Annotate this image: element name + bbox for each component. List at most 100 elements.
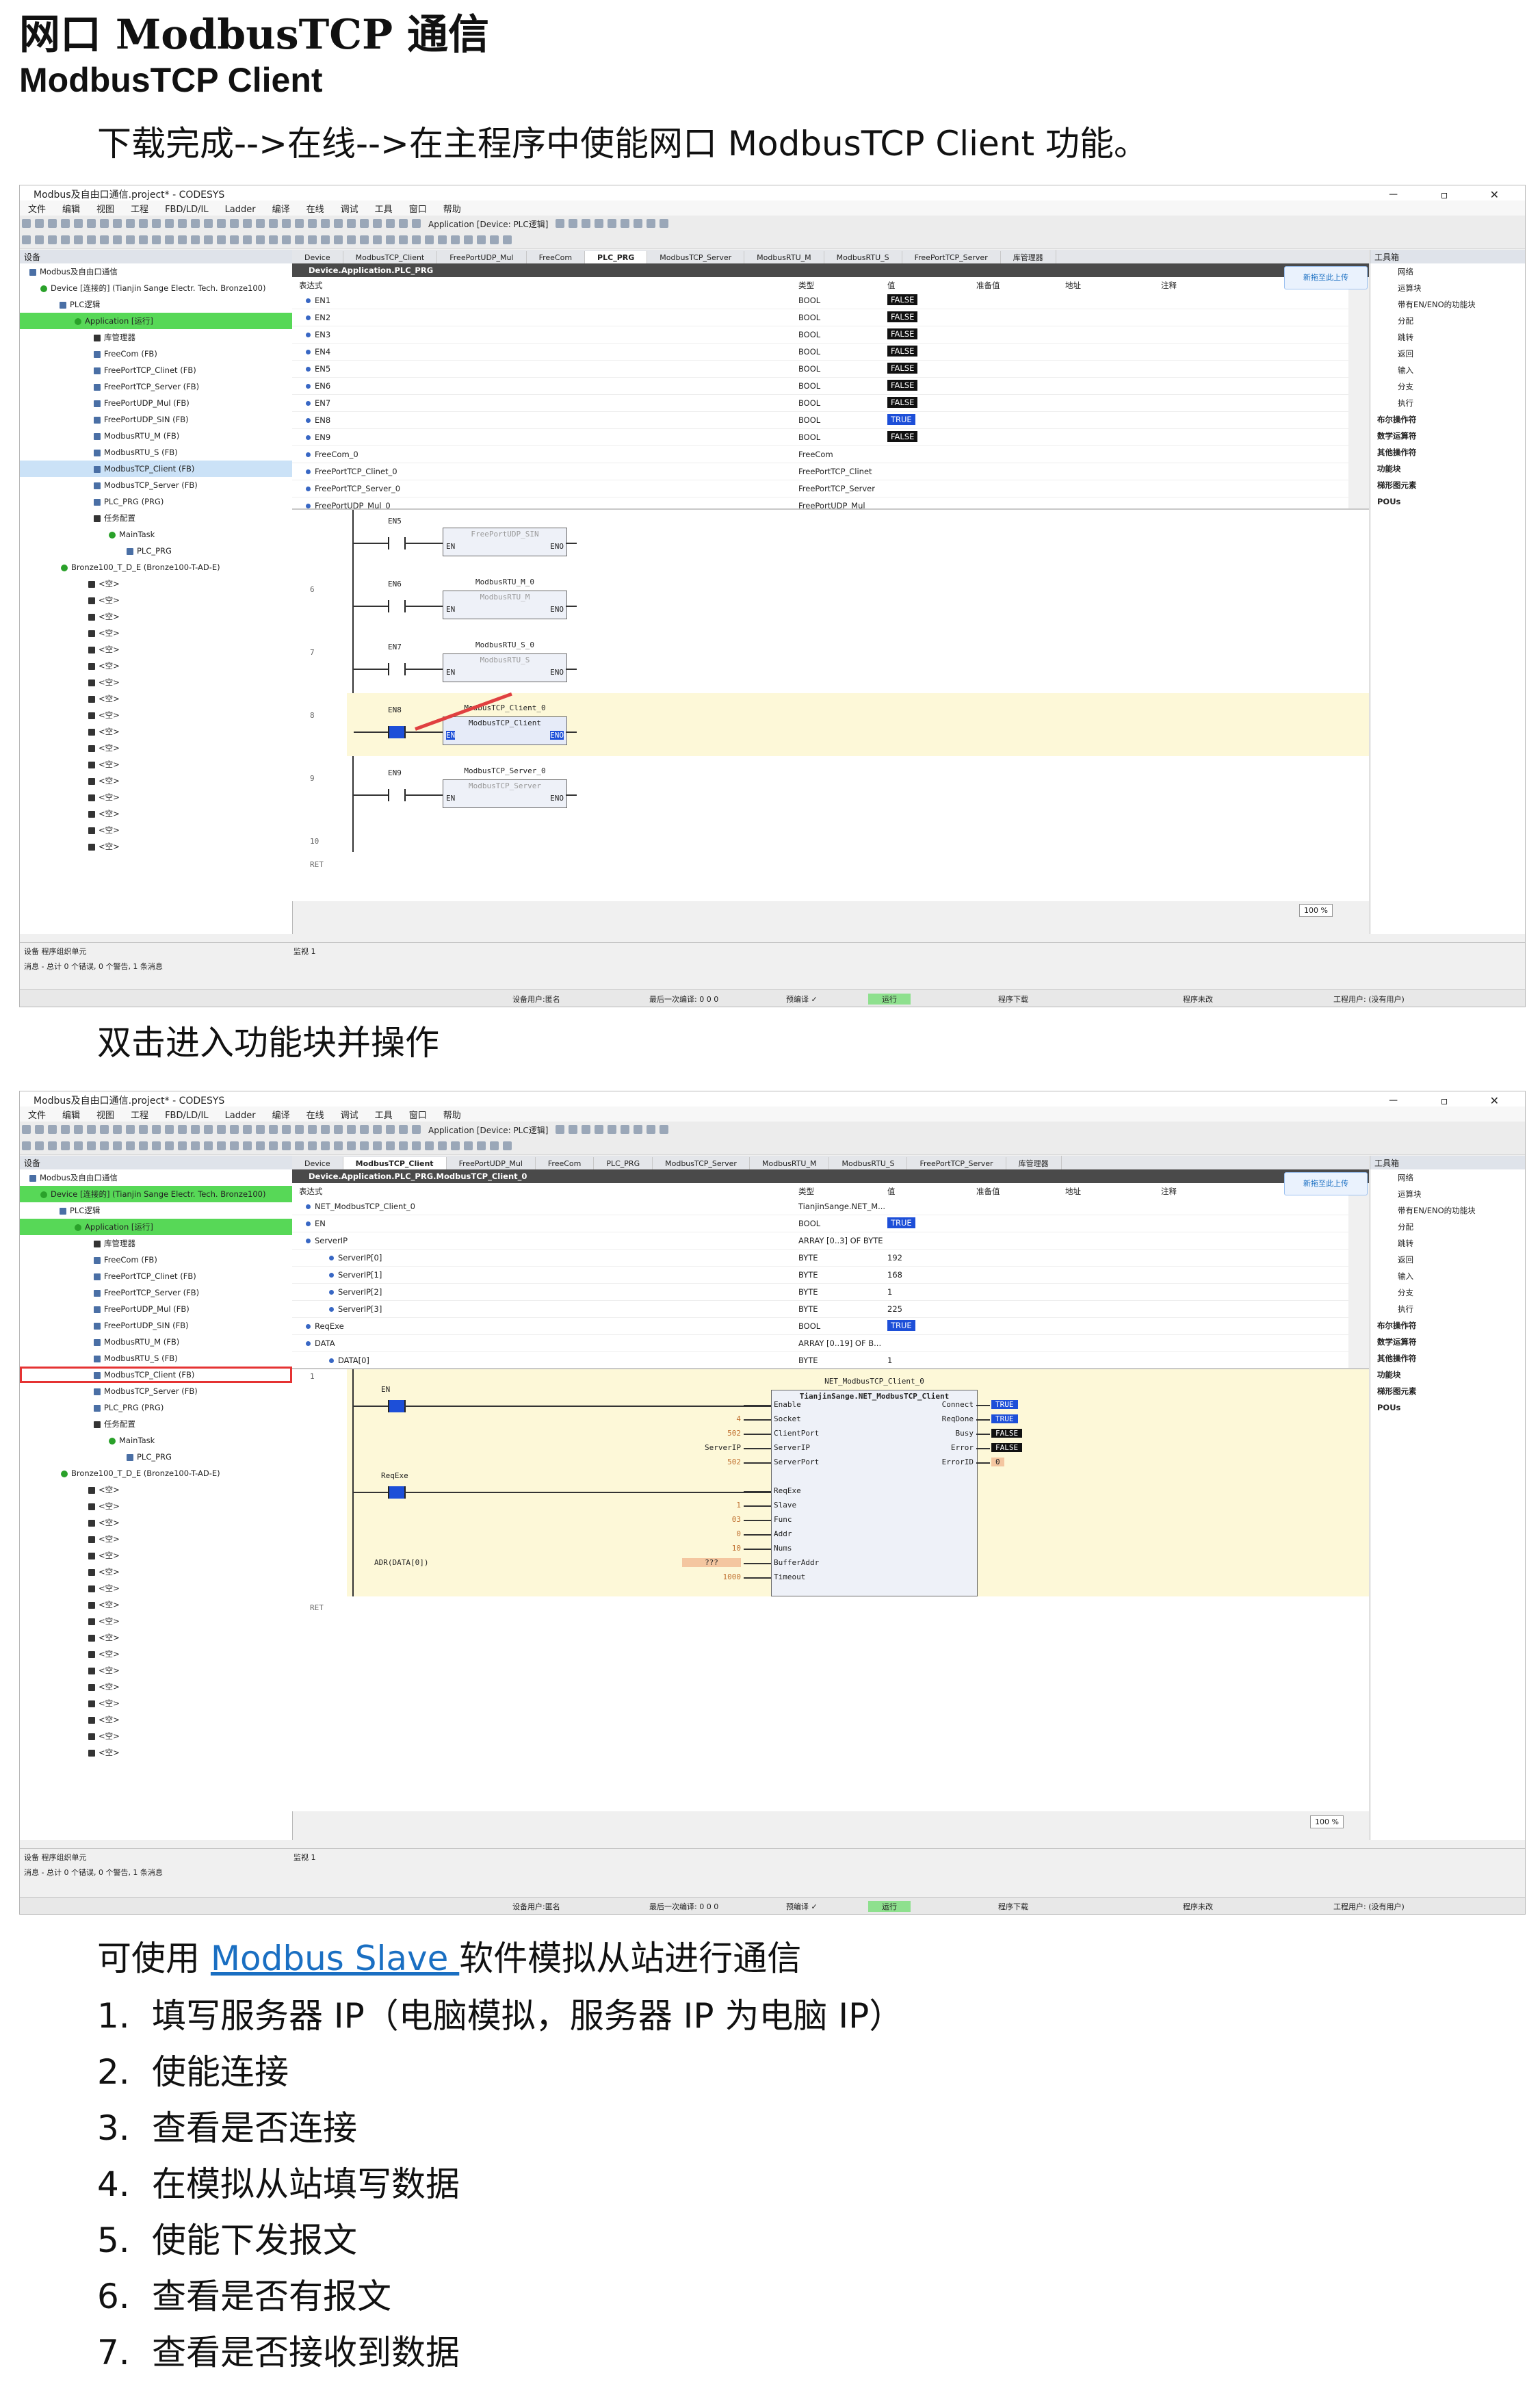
toolbar-icon[interactable] <box>61 1125 70 1134</box>
toolbar-icon[interactable] <box>230 1125 239 1134</box>
toolbar-icon[interactable] <box>35 235 44 244</box>
toolbar-icon[interactable] <box>269 235 278 244</box>
tree-node[interactable]: FreeCom (FB) <box>20 1252 292 1268</box>
toolbar-icon[interactable] <box>556 219 565 228</box>
toolbar-icon[interactable] <box>74 235 83 244</box>
toolbar-icon[interactable] <box>113 1125 122 1134</box>
toolbar-icon[interactable] <box>74 219 83 228</box>
watch-value[interactable]: TRUE <box>887 1320 915 1331</box>
watch-value[interactable]: FALSE <box>887 363 918 374</box>
watch-row[interactable]: EN1 BOOL FALSE <box>292 292 1348 309</box>
fb-output-value[interactable]: FALSE <box>991 1443 1023 1452</box>
menu-item[interactable]: 工具 <box>367 1106 401 1122</box>
toolbar-icon[interactable] <box>647 219 656 228</box>
watch-row[interactable]: EN2 BOOL FALSE <box>292 309 1348 326</box>
toolbar-icon[interactable] <box>451 235 460 244</box>
toolbox-item[interactable]: 功能块 <box>1370 1367 1525 1383</box>
tree-node[interactable]: Application [运行] <box>20 313 292 329</box>
fb-input-value[interactable]: ServerIP <box>682 1443 741 1452</box>
modbus-slave-link[interactable]: Modbus Slave <box>211 1939 459 1978</box>
toolbar-icon[interactable] <box>74 1141 83 1150</box>
toolbox-item[interactable]: 梯形图元素 <box>1370 1383 1525 1399</box>
watch-row[interactable]: EN5 BOOL FALSE <box>292 361 1348 378</box>
editor-tab[interactable]: ModbusRTU_M <box>750 1157 830 1169</box>
window-controls[interactable]: － ▫ ✕ <box>1388 1091 1518 1108</box>
toolbar-icon[interactable] <box>243 219 252 228</box>
watch-value[interactable]: FALSE <box>887 294 918 305</box>
toolbar-icon[interactable] <box>347 1125 356 1134</box>
tree-node[interactable]: FreePortUDP_Mul (FB) <box>20 395 292 411</box>
editor-tab[interactable]: PLC_PRG <box>585 251 648 263</box>
editor-tab[interactable]: Device <box>292 1157 343 1169</box>
function-block[interactable]: FreePortUDP_SIN EN ENO <box>443 528 567 556</box>
editor-tab[interactable]: FreePortTCP_Server <box>907 1157 1006 1169</box>
upload-badge[interactable]: 新拖至此上传 <box>1284 1172 1368 1195</box>
toolbar-icon[interactable] <box>321 1141 330 1150</box>
watch-value[interactable]: TRUE <box>887 414 915 425</box>
menu-item[interactable]: 编辑 <box>54 200 88 216</box>
toolbar-icon[interactable] <box>217 219 226 228</box>
toolbar-icon[interactable] <box>386 219 395 228</box>
watch-value[interactable]: 192 <box>887 1253 902 1263</box>
tree-node[interactable]: <空> <box>20 1596 292 1613</box>
fb-input-value[interactable]: 10 <box>682 1544 741 1553</box>
contact[interactable] <box>388 726 406 738</box>
toolbar-icon[interactable] <box>334 219 343 228</box>
fb-output-value[interactable]: FALSE <box>991 1429 1023 1438</box>
tree-node[interactable]: Bronze100_T_D_E (Bronze100-T-AD-E) <box>20 1465 292 1481</box>
toolbar-icon[interactable] <box>243 1141 252 1150</box>
menu-item[interactable]: 文件 <box>20 200 54 216</box>
function-block[interactable]: ModbusRTU_S_0 ModbusRTU_S EN ENO <box>443 640 567 682</box>
toolbar-icon[interactable] <box>595 219 604 228</box>
toolbar-icon[interactable] <box>321 1125 330 1134</box>
toolbar-icon[interactable] <box>165 235 174 244</box>
toolbar-icon[interactable] <box>582 219 591 228</box>
watch-row[interactable]: FreeCom_0 FreeCom <box>292 446 1348 463</box>
toolbar-icon[interactable] <box>334 1141 343 1150</box>
toolbar-icon[interactable] <box>139 1125 148 1134</box>
toolbar-icon[interactable] <box>204 235 213 244</box>
toolbox-item[interactable]: 分配 <box>1370 1219 1525 1235</box>
tree-node[interactable]: PLC逻辑 <box>20 296 292 313</box>
tree-node[interactable]: <空> <box>20 1646 292 1662</box>
toolbar-icon[interactable] <box>373 235 382 244</box>
tree-node[interactable]: MainTask <box>20 526 292 543</box>
toolbar-icon[interactable] <box>35 1125 44 1134</box>
watch-value[interactable]: TRUE <box>887 1217 915 1228</box>
menu-item[interactable]: 在线 <box>298 1106 332 1122</box>
tree-node[interactable]: <空> <box>20 1547 292 1564</box>
bottom-tabs[interactable]: 设备 程序组织单元 <box>24 946 87 957</box>
toolbar-icon[interactable] <box>204 1141 213 1150</box>
tree-node[interactable]: PLC逻辑 <box>20 1202 292 1219</box>
toolbar-icon[interactable] <box>100 235 109 244</box>
tree-node[interactable]: ModbusTCP_Client (FB) <box>20 1367 292 1383</box>
tree-node[interactable]: <空> <box>20 1531 292 1547</box>
editor-tab[interactable]: ModbusTCP_Client <box>343 1157 447 1169</box>
toolbar-icon[interactable] <box>608 219 617 228</box>
watch-value[interactable]: 168 <box>887 1270 902 1280</box>
toolbar-icon[interactable] <box>503 235 512 244</box>
toolbar-icon[interactable] <box>178 1125 187 1134</box>
toolbar-icon[interactable] <box>582 1125 591 1134</box>
watch-row[interactable]: DATA ARRAY [0..19] OF B... <box>292 1335 1348 1352</box>
menu-item[interactable]: 视图 <box>88 200 122 216</box>
toolbox-item[interactable]: 数学运算符 <box>1370 428 1525 444</box>
editor-tab[interactable]: 库管理器 <box>1006 1156 1062 1169</box>
editor-tab[interactable]: FreeCom <box>536 1157 595 1169</box>
zoom-level[interactable]: 100 % <box>1310 1815 1344 1828</box>
toolbar-icon[interactable] <box>464 1141 473 1150</box>
editor-tab[interactable]: ModbusRTU_S <box>824 251 902 263</box>
toolbox-item[interactable]: 网络 <box>1370 263 1525 280</box>
toolbox-item[interactable]: 分支 <box>1370 1284 1525 1301</box>
tree-node[interactable]: <空> <box>20 608 292 625</box>
toolbar-icon[interactable] <box>282 219 291 228</box>
toolbox-item[interactable]: 其他操作符 <box>1370 444 1525 461</box>
fb-input-value[interactable]: ??? <box>682 1558 741 1567</box>
editor-tab[interactable]: FreePortUDP_Mul <box>437 251 527 263</box>
toolbar-icon[interactable] <box>87 1125 96 1134</box>
watch-row[interactable]: EN BOOL TRUE <box>292 1215 1348 1232</box>
editor-tab[interactable]: ModbusTCP_Client <box>343 251 438 263</box>
toolbar-icon[interactable] <box>74 1125 83 1134</box>
toolbar-icon[interactable] <box>48 1141 57 1150</box>
toolbar-icon[interactable] <box>308 1125 317 1134</box>
